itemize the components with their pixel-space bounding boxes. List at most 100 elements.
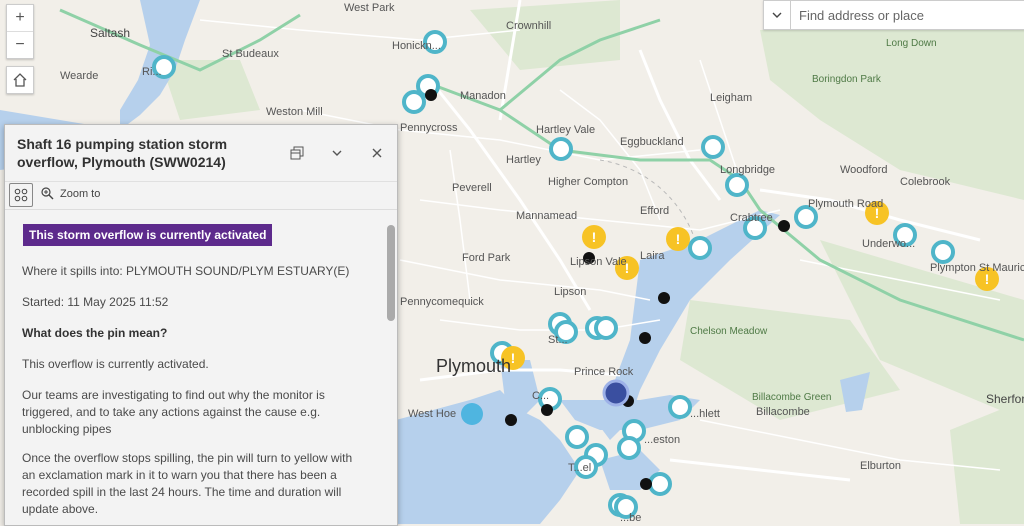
place-label-st-m: St... bbox=[548, 334, 568, 346]
overflow-pin-active[interactable] bbox=[505, 414, 517, 426]
place-label-longbridge: Longbridge bbox=[720, 164, 776, 176]
chevron-down-icon bbox=[772, 12, 782, 18]
overflow-pin-normal[interactable] bbox=[725, 173, 749, 197]
overflow-pin-normal[interactable] bbox=[594, 316, 618, 340]
zoom-out-button[interactable]: − bbox=[7, 31, 33, 58]
place-label-tu: T...el bbox=[568, 462, 592, 474]
pin-description: This overflow is currently activated. bbox=[22, 357, 209, 371]
grid-icon bbox=[14, 188, 28, 202]
place-label-crownhill: Crownhill bbox=[506, 20, 552, 32]
overflow-pin-active[interactable] bbox=[640, 478, 652, 490]
dock-button[interactable] bbox=[287, 143, 307, 163]
zoom-in-button[interactable]: + bbox=[7, 5, 33, 31]
zoom-control: + − bbox=[6, 4, 34, 59]
place-label-saltash: Saltash bbox=[90, 26, 131, 40]
overflow-pin-normal[interactable] bbox=[565, 425, 589, 449]
place-label-hlett: ...hlett bbox=[690, 408, 720, 420]
popup-content: This storm overflow is currently activat… bbox=[5, 211, 385, 525]
place-label-eggbuckland: Eggbuckland bbox=[620, 136, 684, 148]
overflow-pin-normal[interactable] bbox=[549, 137, 573, 161]
place-label-pennycross: Pennycross bbox=[400, 122, 458, 134]
place-label-crabtree: Crabtree bbox=[730, 212, 773, 224]
place-label-prince-rock: Prince Rock bbox=[574, 366, 634, 378]
place-label-efford: Efford bbox=[640, 205, 670, 217]
exclamation-icon: ! bbox=[676, 231, 681, 247]
place-label-hartley-vale: Hartley Vale bbox=[536, 124, 596, 136]
scrollbar-thumb[interactable] bbox=[387, 225, 395, 321]
place-label-underwood: Underwo... bbox=[862, 238, 916, 250]
overflow-pin-active[interactable] bbox=[639, 332, 651, 344]
place-label-billacombe-green: Billacombe Green bbox=[752, 392, 832, 403]
selected-overflow-pin[interactable] bbox=[602, 379, 630, 407]
pin-heading: What does the pin mean? bbox=[22, 326, 168, 340]
home-icon bbox=[13, 73, 27, 87]
search-source-dropdown[interactable] bbox=[764, 1, 791, 29]
bathing-water-icon[interactable] bbox=[461, 403, 483, 425]
place-label-hartley: Hartley bbox=[506, 154, 541, 166]
place-label-honicknowle: Honickn... bbox=[392, 40, 441, 52]
scrollbar[interactable] bbox=[387, 225, 395, 517]
place-label-boringdon-park: Boringdon Park bbox=[812, 74, 881, 85]
zoom-to-button[interactable]: Zoom to bbox=[41, 187, 100, 200]
popup-title: Shaft 16 pumping station storm overflow,… bbox=[17, 136, 228, 170]
place-label-west-park: West Park bbox=[344, 2, 395, 14]
place-label-west-hoe: West Hoe bbox=[408, 408, 457, 420]
place-label-elburton: Elburton bbox=[860, 460, 901, 472]
place-label-plympton-st-maurice: Plympton St Maurice bbox=[930, 262, 1024, 274]
place-label-st-budeaux: St Budeaux bbox=[222, 48, 279, 60]
overflow-pin-normal[interactable] bbox=[701, 135, 725, 159]
collapse-button[interactable] bbox=[327, 143, 347, 163]
feature-popup: Shaft 16 pumping station storm overflow,… bbox=[4, 124, 398, 526]
place-label-pennycomequick: Pennycomequick bbox=[400, 296, 484, 308]
place-label-plymouth-road: Plymouth Road bbox=[808, 198, 884, 210]
overflow-pin-normal[interactable] bbox=[794, 205, 818, 229]
place-label-lipson-vale: Lipson Vale bbox=[570, 256, 627, 268]
place-label-rn-r: Ri... bbox=[142, 66, 162, 78]
place-label-colebrook: Colebrook bbox=[900, 176, 951, 188]
overflow-pin-normal[interactable] bbox=[688, 236, 712, 260]
place-label-lipson: Lipson bbox=[554, 286, 587, 298]
overflow-pin-active[interactable] bbox=[541, 404, 553, 416]
place-label-long-down: Long Down bbox=[886, 38, 937, 49]
popup-actions: Zoom to bbox=[5, 181, 397, 210]
overflow-pin-normal[interactable] bbox=[931, 240, 955, 264]
search-input[interactable] bbox=[791, 6, 1021, 24]
place-label-laira: Laira bbox=[640, 250, 665, 262]
place-label-higher-compton: Higher Compton bbox=[548, 176, 629, 188]
place-label-woodford: Woodford bbox=[840, 164, 888, 176]
close-icon bbox=[372, 148, 382, 158]
exclamation-icon: ! bbox=[592, 229, 597, 245]
investigation-text: Our teams are investigating to find out … bbox=[22, 388, 325, 436]
overflow-pin-recent-spill[interactable]: ! bbox=[582, 225, 606, 249]
place-label-chelson-meadow: Chelson Meadow bbox=[690, 326, 768, 337]
overflow-pin-active[interactable] bbox=[425, 89, 437, 101]
overflow-pin-normal[interactable] bbox=[668, 395, 692, 419]
overflow-pin-normal[interactable] bbox=[617, 436, 641, 460]
search-bar bbox=[763, 0, 1024, 30]
place-label-plymouth: Plymouth bbox=[436, 356, 512, 376]
zoom-to-icon bbox=[41, 187, 54, 200]
place-label-sherford: Sherfor... bbox=[986, 392, 1024, 406]
status-badge: This storm overflow is currently activat… bbox=[23, 224, 273, 246]
overflow-pin-recent-spill[interactable]: ! bbox=[666, 227, 690, 251]
close-button[interactable] bbox=[367, 143, 387, 163]
home-button[interactable] bbox=[6, 66, 34, 94]
actions-menu-button[interactable] bbox=[9, 183, 33, 207]
zoom-to-label: Zoom to bbox=[60, 187, 101, 200]
place-label-tbe: ...be bbox=[620, 512, 642, 524]
overflow-pin-normal[interactable] bbox=[402, 90, 426, 114]
place-label-mannamead: Mannamead bbox=[516, 210, 578, 222]
exclamation-icon: ! bbox=[511, 350, 516, 366]
overflow-pin-active[interactable] bbox=[658, 292, 670, 304]
overflow-pin-active[interactable] bbox=[778, 220, 790, 232]
place-label-weard: Wearde bbox=[60, 70, 99, 82]
place-label-weston-mill: Weston Mill bbox=[266, 106, 323, 118]
place-label-leigham: Leigham bbox=[710, 92, 753, 104]
dock-icon bbox=[290, 146, 304, 160]
overflow-pin-normal[interactable] bbox=[648, 472, 672, 496]
place-label-ford-park: Ford Park bbox=[462, 252, 511, 264]
place-label-cat: C... bbox=[532, 390, 550, 402]
place-label-manadon: Manadon bbox=[460, 90, 506, 102]
popup-header: Shaft 16 pumping station storm overflow,… bbox=[5, 125, 397, 182]
place-label-oreston: ...eston bbox=[644, 434, 681, 446]
